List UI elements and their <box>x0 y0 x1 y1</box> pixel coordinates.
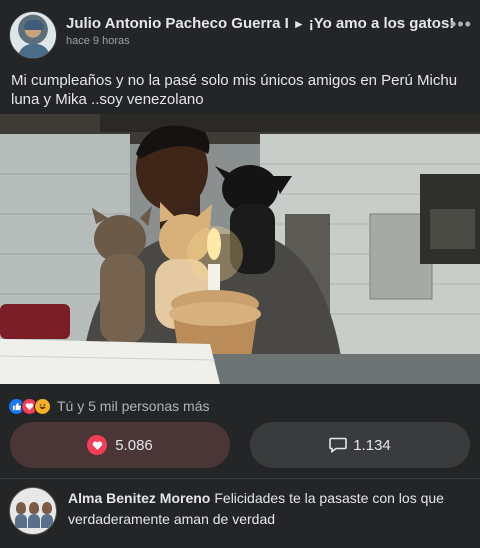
arrow-right-icon: ► <box>292 17 305 31</box>
avatar-person <box>16 502 26 514</box>
post-text: Mi cumpleaños y no la pasé solo mis únic… <box>11 72 458 108</box>
heart-icon <box>87 435 108 455</box>
avatar-person <box>42 502 52 514</box>
author-name[interactable]: Julio Antonio Pacheco Guerra I <box>66 15 289 32</box>
avatar-person <box>29 502 39 514</box>
comment-bubble-icon <box>329 437 348 453</box>
haha-icon <box>34 397 51 415</box>
post-photo[interactable] <box>0 114 480 384</box>
commenter-avatar[interactable] <box>9 487 57 535</box>
reactions-summary[interactable]: Tú y 5 mil personas más <box>57 398 210 414</box>
avatar-person-body <box>41 514 53 528</box>
avatar-person-body <box>15 514 27 528</box>
group-name[interactable]: ¡Yo amo a los gatos! <box>309 15 455 32</box>
avatar-person-body <box>28 514 40 528</box>
love-count: 5.086 <box>115 436 153 454</box>
comment-count: 1.134 <box>353 436 391 454</box>
divider <box>0 478 480 479</box>
comment-button[interactable]: 1.134 <box>250 422 470 468</box>
commenter-name[interactable]: Alma Benitez Moreno <box>68 490 210 506</box>
avatar-shirt <box>18 44 50 58</box>
post-title-line: Julio Antonio Pacheco Guerra I ► ¡Yo amo a… <box>66 15 454 32</box>
reactions-row[interactable]: Tú y 5 mil personas más <box>8 396 210 416</box>
post-header: Julio Antonio Pacheco Guerra I ► ¡Yo amo a… <box>0 0 480 62</box>
love-reaction-button[interactable]: 5.086 <box>10 422 230 468</box>
avatar-cap <box>24 20 44 30</box>
author-avatar[interactable] <box>9 11 57 59</box>
photo-illustration <box>0 114 480 384</box>
post-timestamp[interactable]: hace 9 horas <box>66 35 130 47</box>
comment-body: Alma Benitez Moreno Felicidades te la pas… <box>68 488 472 530</box>
more-options-icon[interactable]: ••• <box>446 14 476 34</box>
